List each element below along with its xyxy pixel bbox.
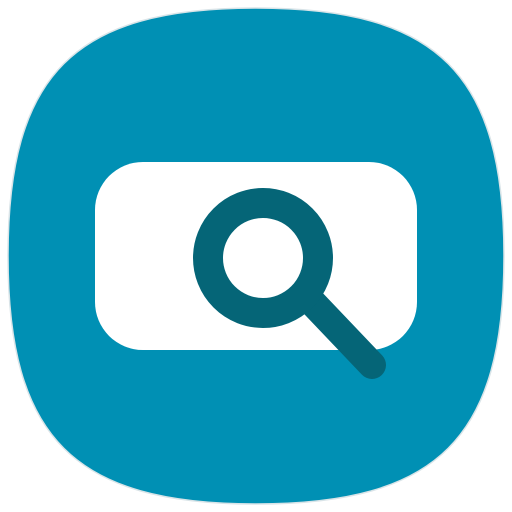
search-app-icon[interactable] (0, 0, 512, 512)
app-icon-canvas (0, 0, 512, 512)
